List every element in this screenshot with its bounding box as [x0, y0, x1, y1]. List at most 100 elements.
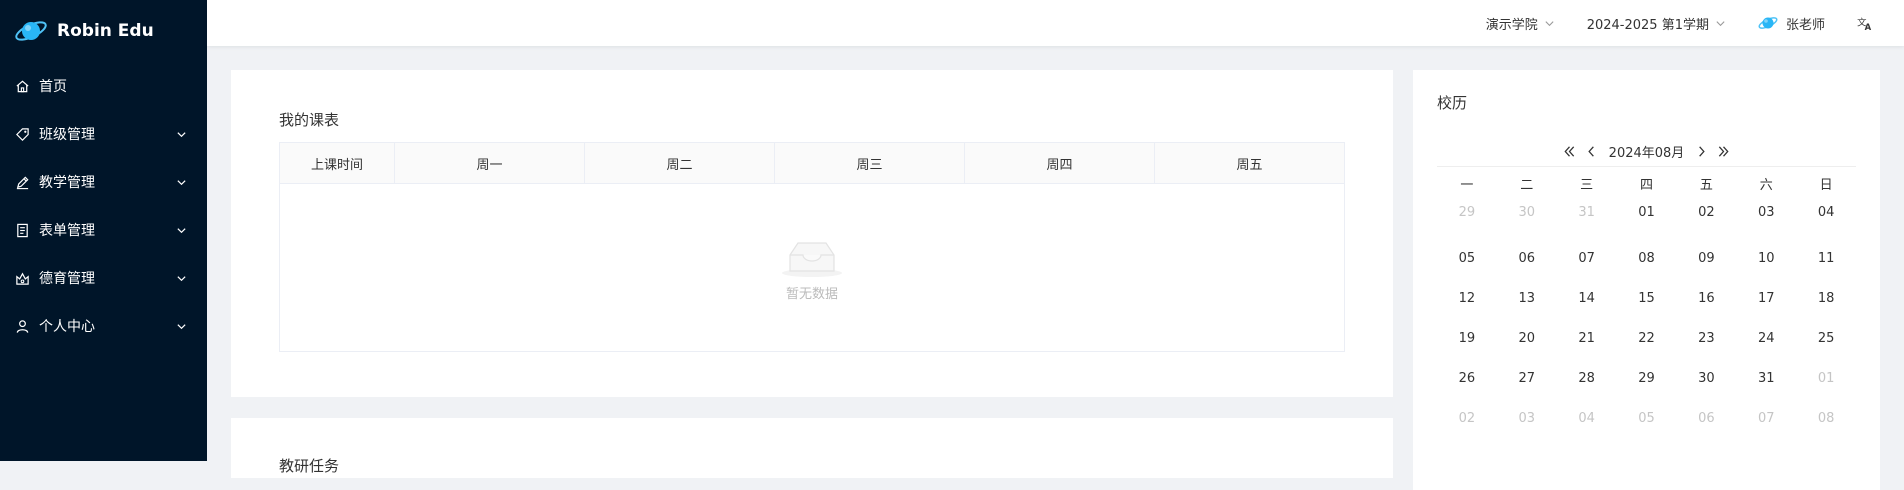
calendar-day[interactable]: 29	[1617, 359, 1677, 399]
tasks-title: 教研任务	[279, 457, 340, 475]
weekday-label: 二	[1520, 178, 1534, 193]
calendar-day[interactable]: 31	[1557, 199, 1617, 239]
sidebar-item-form-management[interactable]: 表单管理	[0, 206, 207, 254]
form-icon	[14, 222, 30, 238]
calendar-day[interactable]: 09	[1676, 239, 1736, 279]
prev-year-button[interactable]	[1559, 143, 1581, 161]
next-year-button[interactable]	[1712, 143, 1734, 161]
calendar-day[interactable]: 07	[1557, 239, 1617, 279]
column-header: 周一	[394, 142, 585, 184]
brand-name: Robin Edu	[57, 21, 154, 41]
chevron-down-icon	[176, 273, 187, 284]
calendar-day[interactable]: 17	[1736, 279, 1796, 319]
weekday-label: 日	[1819, 178, 1833, 193]
badge-icon	[14, 270, 30, 286]
calendar-day[interactable]: 02	[1437, 399, 1497, 439]
calendar-day[interactable]: 26	[1437, 359, 1497, 399]
calendar-day[interactable]: 28	[1557, 359, 1617, 399]
chevron-down-icon	[1544, 18, 1555, 29]
empty-text: 暂无数据	[785, 287, 838, 302]
sidebar: Robin Edu 首页 班级管理 教学管理 表单管理 德育管理 个人中心	[0, 0, 207, 461]
calendar-day[interactable]: 20	[1497, 319, 1557, 359]
calendar-day[interactable]: 01	[1796, 359, 1856, 399]
calendar-day[interactable]: 10	[1736, 239, 1796, 279]
weekday-row: 一 二 三 四 五 六 日	[1437, 172, 1856, 199]
sidebar-item-personal-center[interactable]: 个人中心	[0, 302, 207, 350]
calendar-day[interactable]: 13	[1497, 279, 1557, 319]
home-icon	[14, 78, 30, 94]
prev-month-button[interactable]	[1581, 143, 1603, 161]
column-header: 上课时间	[279, 142, 395, 184]
calendar-day[interactable]: 12	[1437, 279, 1497, 319]
calendar-day[interactable]: 03	[1736, 199, 1796, 239]
calendar-day[interactable]: 01	[1617, 199, 1677, 239]
chevron-down-icon	[176, 225, 187, 236]
calendar-nav: 2024年08月	[1437, 142, 1856, 161]
calendar-day[interactable]: 04	[1557, 399, 1617, 439]
table-header-row: 上课时间 周一 周二 周三 周四 周五	[279, 142, 1345, 184]
calendar-day[interactable]: 08	[1617, 239, 1677, 279]
schedule-card: 我的课表 上课时间 周一 周二 周三 周四 周五 暂无数据	[231, 70, 1393, 397]
calendar-day[interactable]: 06	[1497, 239, 1557, 279]
sidebar-item-home[interactable]: 首页	[0, 62, 207, 110]
calendar-day[interactable]: 08	[1796, 399, 1856, 439]
chevron-down-icon	[176, 177, 187, 188]
top-header: 演示学院 2024-2025 第1学期 张老师 文A	[207, 0, 1904, 46]
calendar-day[interactable]: 02	[1676, 199, 1736, 239]
calendar-day[interactable]: 11	[1796, 239, 1856, 279]
svg-text:A: A	[1865, 22, 1872, 31]
calendar-week-row: 19 20 21 22 23 24 25	[1437, 319, 1856, 359]
tag-icon	[14, 126, 30, 142]
calendar-day[interactable]: 29	[1437, 199, 1497, 239]
calendar-day[interactable]: 25	[1796, 319, 1856, 359]
calendar-day[interactable]: 24	[1736, 319, 1796, 359]
term-selector[interactable]: 2024-2025 第1学期	[1587, 14, 1726, 33]
sidebar-item-class-management[interactable]: 班级管理	[0, 110, 207, 158]
school-selector[interactable]: 演示学院	[1486, 14, 1555, 33]
calendar-month-label[interactable]: 2024年08月	[1609, 142, 1685, 161]
calendar-day[interactable]: 04	[1796, 199, 1856, 239]
empty-state: 暂无数据	[279, 183, 1345, 352]
calendar-day[interactable]: 14	[1557, 279, 1617, 319]
calendar-day[interactable]: 06	[1676, 399, 1736, 439]
weekday-label: 一	[1460, 178, 1474, 193]
schedule-table: 上课时间 周一 周二 周三 周四 周五 暂无数据	[279, 142, 1345, 352]
user-menu[interactable]: 张老师	[1758, 14, 1825, 33]
column-header: 周四	[964, 142, 1155, 184]
calendar-day[interactable]: 30	[1497, 199, 1557, 239]
sidebar-item-label: 个人中心	[39, 319, 95, 335]
calendar-week-row: 02 03 04 05 06 07 08	[1437, 399, 1856, 439]
calendar-grid: 一 二 三 四 五 六 日 29 30 31 01 02 03 04 05 06 07 08 09 10…	[1437, 172, 1856, 439]
weekday-label: 五	[1699, 178, 1713, 193]
weekday-label: 六	[1759, 178, 1773, 193]
weekday-label: 三	[1580, 178, 1594, 193]
translate-icon[interactable]: 文A	[1857, 16, 1874, 31]
chevron-down-icon	[1715, 18, 1726, 29]
calendar-day[interactable]: 16	[1676, 279, 1736, 319]
calendar-week-row: 05 06 07 08 09 10 11	[1437, 239, 1856, 279]
sidebar-item-moral-education[interactable]: 德育管理	[0, 254, 207, 302]
next-month-button[interactable]	[1690, 143, 1712, 161]
sidebar-item-teaching-management[interactable]: 教学管理	[0, 158, 207, 206]
calendar-day[interactable]: 22	[1617, 319, 1677, 359]
calendar-day[interactable]: 23	[1676, 319, 1736, 359]
term-name: 2024-2025 第1学期	[1586, 17, 1709, 33]
calendar-day[interactable]: 30	[1676, 359, 1736, 399]
calendar-day[interactable]: 27	[1497, 359, 1557, 399]
brand[interactable]: Robin Edu	[0, 0, 207, 62]
calendar-day[interactable]: 03	[1497, 399, 1557, 439]
sidebar-menu: 首页 班级管理 教学管理 表单管理 德育管理 个人中心	[0, 62, 207, 350]
pen-icon	[14, 174, 30, 190]
sidebar-item-label: 首页	[39, 79, 67, 95]
calendar-week-row: 26 27 28 29 30 31 01	[1437, 359, 1856, 399]
calendar-day[interactable]: 31	[1736, 359, 1796, 399]
schedule-title: 我的课表	[279, 111, 340, 129]
calendar-card: 校历 2024年08月 一 二 三 四 五 六 日 29 30 31 01 02 03 04…	[1413, 70, 1880, 490]
calendar-day[interactable]: 07	[1736, 399, 1796, 439]
calendar-day[interactable]: 15	[1617, 279, 1677, 319]
calendar-day[interactable]: 05	[1617, 399, 1677, 439]
calendar-day[interactable]: 05	[1437, 239, 1497, 279]
calendar-day[interactable]: 19	[1437, 319, 1497, 359]
calendar-day[interactable]: 21	[1557, 319, 1617, 359]
calendar-day[interactable]: 18	[1796, 279, 1856, 319]
